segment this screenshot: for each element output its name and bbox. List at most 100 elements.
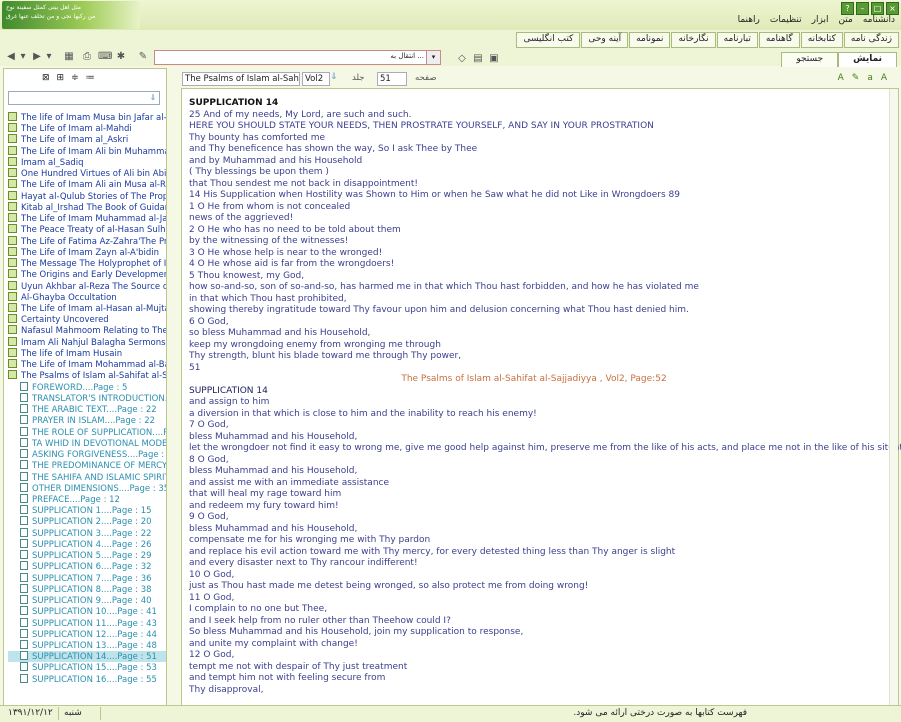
tree-chapter-item[interactable]: SUPPLICATION 12....Page : 44 bbox=[8, 628, 166, 640]
tree-book-item[interactable]: The life of Imam Musa bin Jafar al-Kazim bbox=[8, 112, 166, 123]
tree-chapter-item[interactable]: SUPPLICATION 9....Page : 40 bbox=[8, 595, 166, 606]
tree-book-item[interactable]: Certainty Uncovered bbox=[8, 314, 166, 325]
filter-icon[interactable]: ≔ bbox=[86, 73, 95, 83]
print-icon[interactable]: ⎙ bbox=[80, 50, 94, 63]
tree-book-item[interactable]: The Message The Holyprophet of Islam bbox=[8, 258, 166, 269]
tree-book-item[interactable]: One Hundred Virtues of Ali bin Abi Talib bbox=[8, 168, 166, 179]
text-reader[interactable]: SUPPLICATION 14 25 And of my needs, My Lo… bbox=[181, 88, 901, 706]
tree-book-item[interactable]: The Peace Treaty of al-Hasan Sulh al-Has… bbox=[8, 224, 166, 235]
tab-mirror-of-revelation[interactable]: آینه وحی bbox=[581, 32, 629, 48]
tree-chapter-item[interactable]: SUPPLICATION 14....Page : 51 bbox=[8, 651, 166, 663]
chevron-down-icon[interactable]: ▾ bbox=[426, 51, 440, 64]
tab-english-books[interactable]: کتب انگلیسی bbox=[516, 32, 581, 48]
close-icon[interactable]: × bbox=[886, 2, 899, 15]
tree-chapter-item[interactable]: THE SAHIFA AND ISLAMIC SPIRITUALITY....P… bbox=[8, 471, 166, 483]
tree-chapter-item[interactable]: SUPPLICATION 5....Page : 29 bbox=[8, 550, 166, 561]
tree-book-item[interactable]: The Life of Imam Zayn al-A'bidin bbox=[8, 246, 166, 258]
tab-gallery[interactable]: نگارخانه bbox=[671, 32, 716, 48]
tree-chapter-item[interactable]: SUPPLICATION 13....Page : 48 bbox=[8, 640, 166, 651]
menu-settings[interactable]: تنظیمات bbox=[770, 15, 802, 28]
edit-icon[interactable]: ✎ bbox=[136, 50, 150, 63]
tree-book-item[interactable]: Imam Ali Nahjul Balagha Sermons bbox=[8, 336, 166, 348]
tab-biography[interactable]: زندگی نامه bbox=[843, 32, 899, 48]
tree-chapter-item[interactable]: PREFACE....Page : 12 bbox=[8, 493, 166, 505]
tab-calendar[interactable]: گاهنامه bbox=[758, 32, 800, 48]
book-name-field[interactable]: The Psalms of Islam al-Sahifat al-Sajjad… bbox=[182, 72, 300, 86]
forward-dropdown-icon[interactable]: ▾ bbox=[42, 50, 56, 63]
tab-search[interactable]: جستجو bbox=[781, 52, 839, 67]
tree-book-item[interactable]: Kitab al_Irshad The Book of Guidance bbox=[8, 201, 166, 213]
tree-chapter-item[interactable]: SUPPLICATION 16....Page : 55 bbox=[8, 673, 166, 685]
tree-chapter-label: SUPPLICATION 5....Page : 29 bbox=[32, 551, 152, 562]
tools-icon[interactable]: ✱ bbox=[114, 50, 128, 63]
tree-book-item[interactable]: Uyun Akhbar al-Reza The Source of Tradit… bbox=[8, 280, 166, 292]
tree-chapter-item[interactable]: SUPPLICATION 4....Page : 26 bbox=[8, 538, 166, 550]
menu-tools[interactable]: ابزار bbox=[812, 15, 829, 28]
sort-icon[interactable]: ≑ bbox=[71, 73, 79, 83]
tree-chapter-item[interactable]: THE ARABIC TEXT....Page : 22 bbox=[8, 404, 166, 415]
collapse-icon[interactable]: ⊠ bbox=[42, 73, 50, 83]
tree-chapter-item[interactable]: SUPPLICATION 2....Page : 20 bbox=[8, 516, 166, 527]
tree-book-item[interactable]: The Life of Fatima Az-Zahra'The Princess… bbox=[8, 235, 166, 247]
tab-library[interactable]: کتابخانه bbox=[800, 32, 843, 48]
image-icon[interactable]: ▣ bbox=[487, 52, 501, 65]
keyboard-icon[interactable]: ⌨ bbox=[98, 50, 112, 63]
tab-display[interactable]: نمایش bbox=[838, 52, 897, 67]
maximize-icon[interactable]: □ bbox=[871, 2, 884, 15]
page-field[interactable]: 51 bbox=[377, 72, 407, 86]
tree-book-item[interactable]: The Life of Imam al-Hasan al-Mujtaba bbox=[8, 302, 166, 314]
tree-chapter-item[interactable]: SUPPLICATION 8....Page : 38 bbox=[8, 583, 166, 595]
tab-genealogy[interactable]: تبارنامه bbox=[716, 32, 758, 48]
volume-field[interactable]: Vol2 bbox=[302, 72, 330, 86]
tree-chapter-item[interactable]: SUPPLICATION 10....Page : 41 bbox=[8, 606, 166, 617]
tree-book-item[interactable]: The Psalms of Islam al-Sahifat al-Sajjad… bbox=[8, 370, 166, 381]
reader-scrollbar[interactable] bbox=[889, 89, 898, 705]
font-smaller-icon[interactable]: a bbox=[867, 73, 873, 83]
tree-chapter-item[interactable]: THE PREDOMINANCE OF MERCY....Page : 31 bbox=[8, 460, 166, 471]
tree-chapter-item[interactable]: SUPPLICATION 7....Page : 36 bbox=[8, 572, 166, 584]
tree-book-item[interactable]: The Life of Imam Muhammad al-Jawad bbox=[8, 213, 166, 224]
goto-dropdown[interactable]: انتقال به ... ▾ bbox=[154, 50, 441, 65]
tree-book-item[interactable]: Imam al_Sadiq bbox=[8, 156, 166, 168]
minimize-icon[interactable]: – bbox=[856, 2, 869, 15]
grid-icon[interactable]: ▦ bbox=[62, 50, 76, 63]
tree-chapter-item[interactable]: SUPPLICATION 3....Page : 22 bbox=[8, 527, 166, 539]
tab-samples[interactable]: نمونامه bbox=[629, 32, 671, 48]
font-larger-icon[interactable]: A bbox=[881, 73, 887, 83]
tree-book-item[interactable]: Nafasul Mahmoom Relating to The Heart Re… bbox=[8, 325, 166, 336]
tag-icon[interactable]: ◇ bbox=[455, 52, 469, 65]
tree-chapter-item[interactable]: SUPPLICATION 6....Page : 32 bbox=[8, 561, 166, 572]
tree-book-label: The Life of Fatima Az-Zahra'The Princess… bbox=[21, 236, 166, 247]
tree-chapter-item[interactable]: THE ROLE OF SUPPLICATION....Page : 25 bbox=[8, 426, 166, 438]
tree-book-item[interactable]: Hayat al-Qulub Stories of The Prophets bbox=[8, 190, 166, 202]
menu-help[interactable]: راهنما bbox=[738, 15, 760, 28]
tree-book-item[interactable]: The life of Imam Husain bbox=[8, 347, 166, 359]
tree-chapter-item[interactable]: SUPPLICATION 1....Page : 15 bbox=[8, 505, 166, 516]
tree-chapter-item[interactable]: FOREWORD....Page : 5 bbox=[8, 381, 166, 393]
tree-chapter-item[interactable]: ASKING FORGIVENESS....Page : 29 bbox=[8, 449, 166, 460]
back-dropdown-icon[interactable]: ▾ bbox=[16, 50, 30, 63]
tree-book-item[interactable]: The Life of Imam al_Askri bbox=[8, 134, 166, 145]
tree-chapter-item[interactable]: OTHER DIMENSIONS....Page : 35 bbox=[8, 482, 166, 494]
book-icon[interactable]: ▤ bbox=[471, 52, 485, 65]
highlight-icon[interactable]: ✎ bbox=[852, 73, 860, 83]
tree-book-item[interactable]: The Life of Imam Ali bin Muhammad al-Had… bbox=[8, 145, 166, 157]
tree-chapter-item[interactable]: TRANSLATOR'S INTRODUCTION....Page : 6 bbox=[8, 392, 166, 404]
tree-chapter-item[interactable]: SUPPLICATION 11....Page : 43 bbox=[8, 617, 166, 629]
tree-chapter-item[interactable]: TA WHID IN DEVOTIONAL MODE....Page : 27 bbox=[8, 437, 166, 449]
search-down-icon[interactable]: ⇓ bbox=[147, 92, 159, 104]
tree-chapter-item[interactable]: PRAYER IN ISLAM....Page : 22 bbox=[8, 415, 166, 426]
tree-book-item[interactable]: The Life of Imam al-Mahdi bbox=[8, 123, 166, 134]
font-size-icon[interactable]: A bbox=[838, 73, 844, 83]
menu-text[interactable]: متن bbox=[838, 15, 852, 28]
volume-down-icon[interactable]: ⇓ bbox=[330, 72, 338, 82]
expand-icon[interactable]: ⊞ bbox=[57, 73, 65, 83]
menu-encyclopedia[interactable]: دانشنامه bbox=[863, 15, 895, 28]
help-icon[interactable]: ? bbox=[841, 2, 854, 15]
tree-search-input[interactable]: ⇓ bbox=[8, 91, 160, 105]
tree-chapter-item[interactable]: SUPPLICATION 15....Page : 53 bbox=[8, 662, 166, 673]
tree-book-item[interactable]: The Origins and Early Development of Shi… bbox=[8, 269, 166, 280]
tree-book-item[interactable]: The Life of Imam Ali ain Musa al-Rida bbox=[8, 179, 166, 190]
tree-book-item[interactable]: The Life of Imam Mohammad al-Baqir bbox=[8, 359, 166, 370]
tree-book-item[interactable]: Al-Ghayba Occultation bbox=[8, 291, 166, 303]
